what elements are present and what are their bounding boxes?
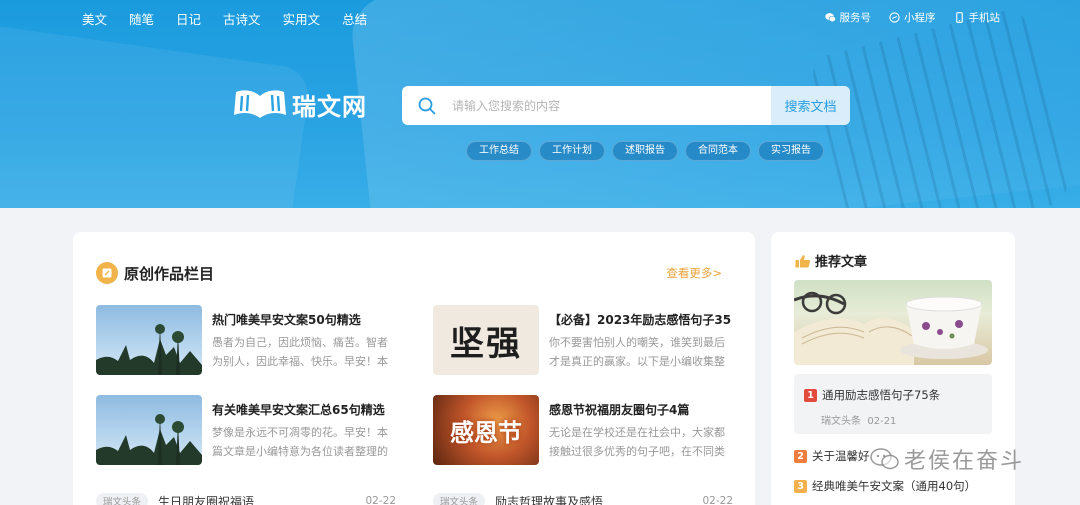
article-title[interactable]: 有关唯美早安文案汇总65句精选 — [212, 401, 402, 418]
article-thumbnail — [96, 395, 202, 465]
article-thumbnail — [96, 305, 202, 375]
rank-badge: 2 — [794, 449, 807, 463]
service-account-link[interactable]: 服务号 — [824, 10, 872, 25]
article-card[interactable]: 感恩节 感恩节祝福朋友圈句子4篇 无论是在学校还是在社会中，大家都接触过很多优秀… — [433, 395, 733, 467]
original-works-panel: 原创作品栏目 查看更多> 热门唯美早安文案50句精选 愚者为自己，因此烦恼、痛苦… — [73, 232, 755, 505]
top-nav: 美文 随笔 日记 古诗文 实用文 总结 — [82, 9, 367, 28]
service-account-label: 服务号 — [839, 12, 872, 24]
article-title[interactable]: 热门唯美早安文案50句精选 — [212, 311, 402, 328]
article-summary: 你不要害怕别人的嘲笑，谁笑到最后才是真正的赢家。以下是小编收集整 — [549, 336, 725, 368]
recommended-item-title-row: 1 通用励志感悟句子75条 — [804, 387, 940, 403]
nav-item-shiyongwen[interactable]: 实用文 — [283, 9, 321, 28]
article-title[interactable]: 感恩节祝福朋友圈句子4篇 — [549, 401, 739, 418]
search-box: 搜索文档 — [402, 86, 850, 125]
list-item-title[interactable]: 励志哲理故事及感悟 — [495, 493, 603, 505]
source-badge: 瑞文头条 — [433, 493, 486, 505]
recommended-item-title[interactable]: 通用励志感悟句子75条 — [822, 387, 940, 403]
recommended-item[interactable]: 2 关于温馨好 — [794, 448, 870, 464]
recommended-item[interactable]: 3 经典唯美午安文案（通用40句） — [794, 478, 976, 494]
open-book-logo-icon — [234, 90, 286, 118]
sidebar-title: 推荐文章 — [815, 255, 868, 270]
list-item[interactable]: 瑞文头条 生日朋友圈祝福语 02-22 — [96, 492, 396, 505]
top-links: 服务号 小程序 手机站 — [824, 10, 1001, 25]
search-input[interactable] — [452, 86, 771, 125]
tag-contract-template[interactable]: 合同范本 — [685, 141, 751, 161]
recommended-item-title[interactable]: 经典唯美午安文案（通用40句） — [812, 478, 976, 494]
thumbnail-caption: 感恩节 — [450, 417, 522, 447]
rank-badge: 3 — [794, 479, 807, 493]
list-item-date: 02-22 — [365, 495, 396, 505]
nav-item-riji[interactable]: 日记 — [176, 9, 201, 28]
article-card[interactable]: 热门唯美早安文案50句精选 愚者为自己，因此烦恼、痛苦。智者为别人，因此幸福、快… — [96, 305, 396, 377]
wechat-watermark-icon — [870, 448, 899, 470]
source-badge: 瑞文头条 — [96, 493, 149, 505]
search-button[interactable]: 搜索文档 — [771, 86, 850, 125]
article-card[interactable]: 有关唯美早安文案汇总65句精选 梦像是永远不可凋零的花。早安！本篇文章是小编特意… — [96, 395, 396, 467]
source-label: 瑞文头条 — [821, 416, 861, 427]
pencil-icon — [96, 262, 118, 284]
view-more-link[interactable]: 查看更多> — [666, 265, 722, 281]
list-item[interactable]: 瑞文头条 励志哲理故事及感悟 02-22 — [433, 492, 733, 505]
rank-badge: 1 — [804, 388, 817, 402]
article-title[interactable]: 【必备】2023年励志感悟句子35 — [549, 311, 739, 328]
thumbnail-calligraphy: 坚强 — [450, 323, 522, 364]
tag-internship-report[interactable]: 实习报告 — [758, 141, 824, 161]
site-logo[interactable]: 瑞文网 — [232, 84, 367, 124]
hero-banner: 美文 随笔 日记 古诗文 实用文 总结 服务号 小程序 手机站 瑞文网 请输入您… — [0, 0, 1080, 208]
mobile-site-label: 手机站 — [968, 12, 1001, 24]
thumbs-up-icon — [795, 254, 811, 267]
watermark: 老侯在奋斗 — [870, 443, 1024, 475]
article-summary: 无论是在学校还是在社会中，大家都接触过很多优秀的句子吧，在不同类 — [549, 426, 725, 458]
watermark-text: 老侯在奋斗 — [904, 449, 1025, 474]
mini-program-icon — [889, 12, 900, 23]
list-item-title[interactable]: 生日朋友圈祝福语 — [158, 493, 254, 505]
nav-item-suibi[interactable]: 随笔 — [129, 9, 154, 28]
list-item-date: 02-22 — [702, 495, 733, 505]
section-title: 原创作品栏目 — [124, 264, 215, 283]
section-header: 原创作品栏目 — [96, 262, 214, 284]
recommended-item-featured[interactable]: 1 通用励志感悟句子75条 瑞文头条 02-21 — [794, 374, 992, 434]
brand-name: 瑞文网 — [292, 92, 367, 121]
mini-program-label: 小程序 — [904, 12, 936, 24]
nav-item-zongjie[interactable]: 总结 — [342, 9, 367, 28]
recommended-item-title[interactable]: 关于温馨好 — [812, 448, 870, 464]
nav-item-gushiwen[interactable]: 古诗文 — [223, 9, 261, 28]
featured-image[interactable] — [794, 280, 992, 365]
article-thumbnail: 感恩节 — [433, 395, 539, 465]
mobile-site-link[interactable]: 手机站 — [954, 10, 1001, 25]
article-card[interactable]: 坚强 【必备】2023年励志感悟句子35 你不要害怕别人的嘲笑，谁笑到最后才是真… — [433, 305, 733, 377]
tag-work-plan[interactable]: 工作计划 — [539, 141, 605, 161]
tag-duty-report[interactable]: 述职报告 — [612, 141, 678, 161]
nav-item-meiwen[interactable]: 美文 — [82, 9, 107, 28]
mobile-icon — [955, 12, 963, 23]
article-summary: 愚者为自己，因此烦恼、痛苦。智者为别人，因此幸福、快乐。早安！本 — [212, 336, 388, 368]
wechat-icon — [824, 13, 836, 22]
hot-tags: 工作总结 工作计划 述职报告 合同范本 实习报告 — [466, 141, 824, 161]
date-label: 02-21 — [867, 416, 897, 427]
tag-work-summary[interactable]: 工作总结 — [466, 141, 532, 161]
article-thumbnail: 坚强 — [433, 305, 539, 375]
mini-program-link[interactable]: 小程序 — [889, 10, 936, 25]
recommended-item-meta: 瑞文头条 02-21 — [821, 412, 896, 427]
sidebar-header: 推荐文章 — [795, 251, 867, 270]
search-icon — [402, 86, 452, 125]
article-summary: 梦像是永远不可凋零的花。早安！本篇文章是小编特意为各位读者整理的 — [212, 426, 388, 458]
